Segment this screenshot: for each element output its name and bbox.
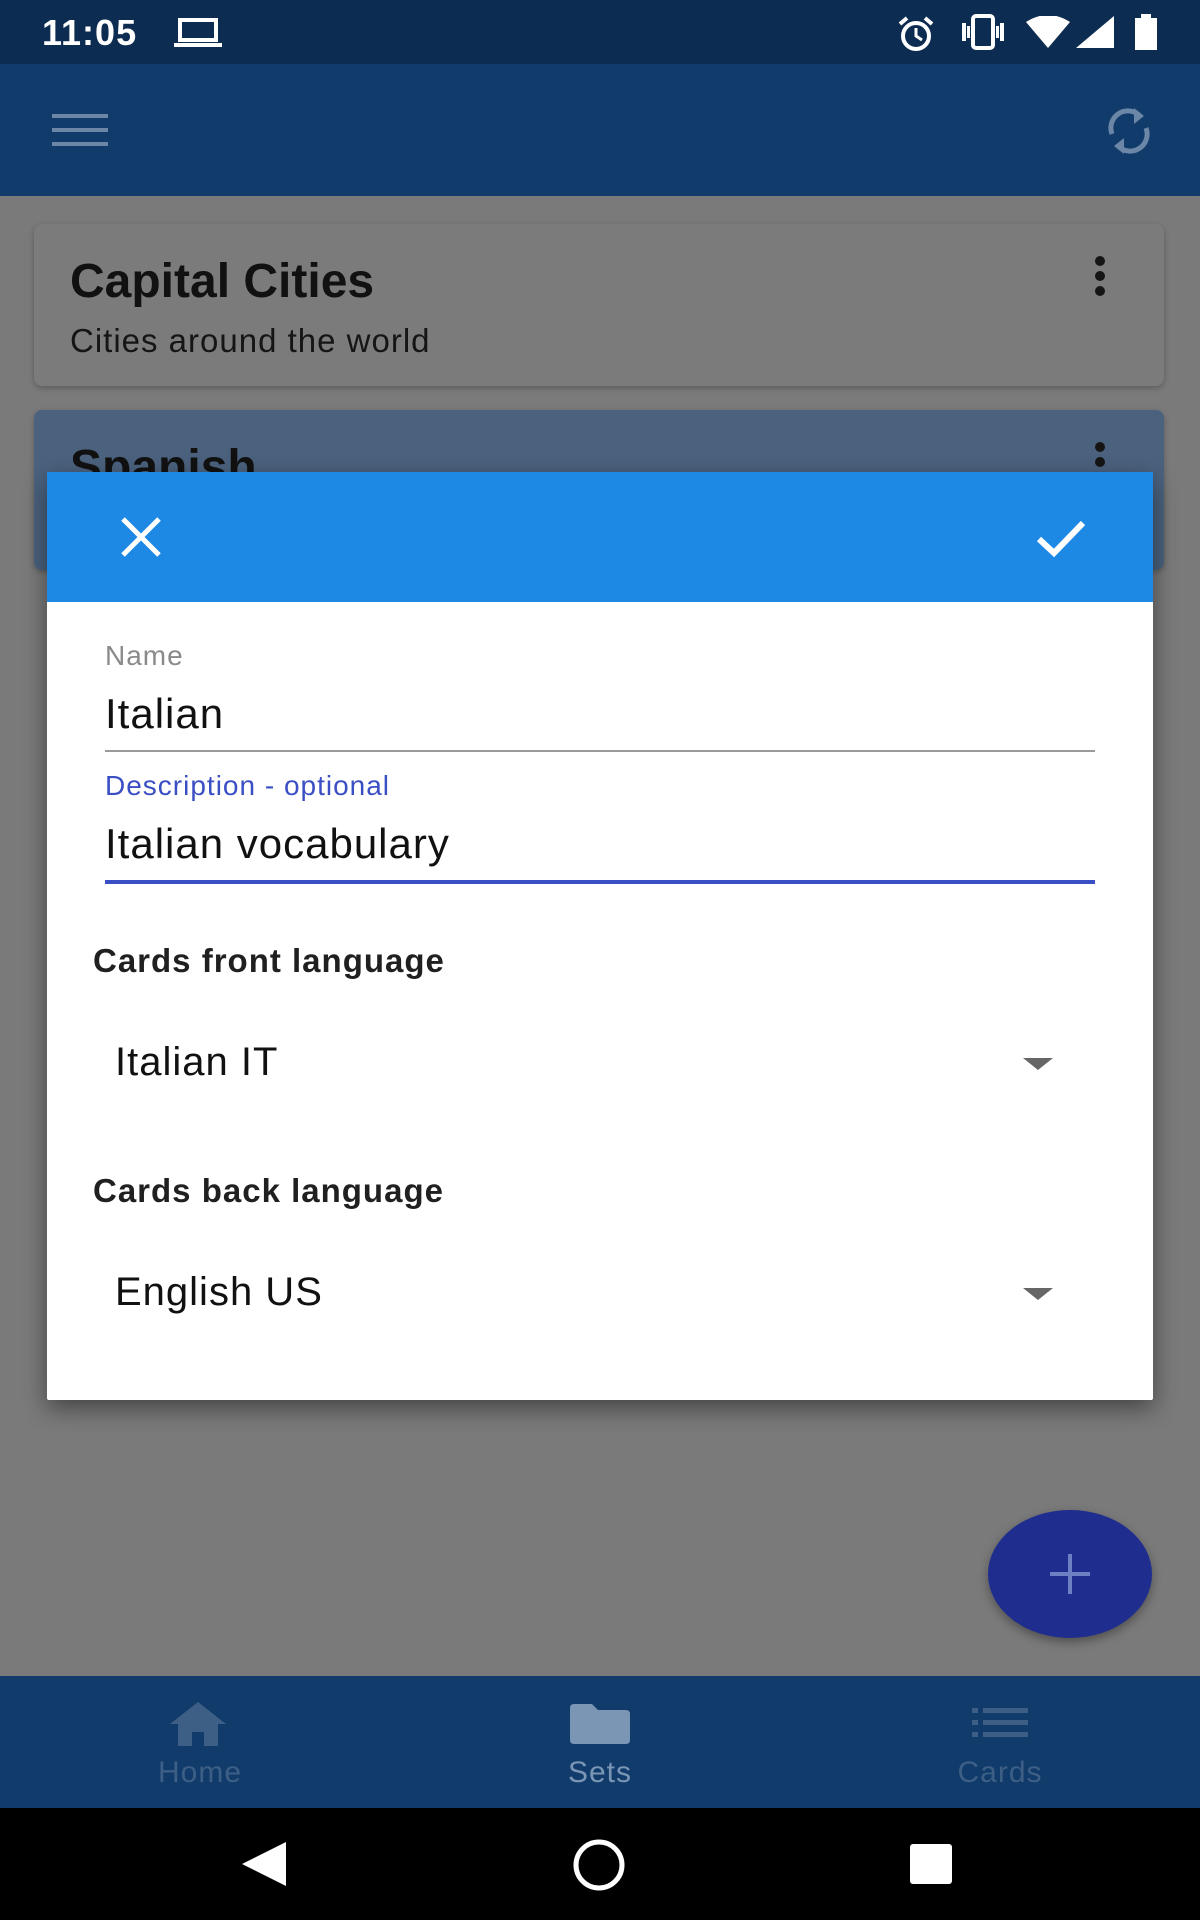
status-time: 11:05	[42, 12, 138, 53]
back-language-select[interactable]: English US	[105, 1250, 1095, 1340]
vibrate-icon	[958, 14, 1008, 55]
alarm-icon	[896, 14, 936, 59]
edit-set-dialog: Name Italian Description - optional Ital…	[47, 472, 1153, 1400]
nav-label: Sets	[567, 1756, 633, 1789]
list-icon	[972, 1708, 1028, 1743]
dropdown-arrow-icon	[1023, 1058, 1053, 1070]
front-language-select[interactable]: Italian IT	[105, 1020, 1095, 1110]
check-icon[interactable]	[1021, 497, 1101, 577]
back-icon[interactable]	[242, 1842, 286, 1891]
nav-label: Home	[157, 1756, 243, 1789]
wifi-icon	[1026, 15, 1070, 53]
description-field[interactable]: Italian vocabulary	[105, 820, 450, 868]
status-bar: 11:05	[0, 0, 1200, 64]
set-description: Cities around the world	[70, 322, 431, 359]
laptop-icon	[174, 18, 222, 53]
plus-icon	[1050, 1554, 1090, 1599]
description-field-underline	[105, 880, 1095, 884]
nav-home[interactable]: Home	[0, 1676, 400, 1808]
set-title: Capital Cities	[70, 255, 375, 308]
name-field[interactable]: Italian	[105, 690, 224, 738]
nav-cards[interactable]: Cards	[800, 1676, 1200, 1808]
dropdown-arrow-icon	[1023, 1288, 1053, 1300]
more-options-icon[interactable]	[1094, 256, 1106, 301]
battery-icon	[1134, 14, 1158, 55]
nav-label: Cards	[957, 1756, 1043, 1789]
app-bar	[0, 64, 1200, 196]
description-field-label: Description - optional	[105, 770, 391, 801]
set-card-capital-cities[interactable]: Capital Cities Cities around the world	[34, 224, 1164, 386]
close-icon[interactable]	[101, 497, 181, 577]
name-field-label: Name	[105, 640, 184, 671]
home-circle-icon[interactable]	[572, 1838, 626, 1897]
folder-icon	[570, 1704, 630, 1749]
signal-icon	[1076, 16, 1114, 53]
add-set-button[interactable]	[988, 1510, 1152, 1638]
back-language-label: Cards back language	[93, 1172, 444, 1209]
front-language-label: Cards front language	[93, 942, 445, 979]
dialog-header	[47, 472, 1153, 602]
hamburger-menu-icon[interactable]	[52, 112, 108, 153]
front-language-value: Italian IT	[115, 1040, 279, 1084]
system-navigation-bar	[0, 1808, 1200, 1920]
name-field-underline	[105, 750, 1095, 752]
recents-icon[interactable]	[910, 1844, 952, 1889]
sync-icon[interactable]	[1104, 104, 1154, 163]
bottom-navigation: Home Sets Cards	[0, 1676, 1200, 1808]
home-icon	[170, 1702, 226, 1751]
nav-sets[interactable]: Sets	[400, 1676, 800, 1808]
back-language-value: English US	[115, 1270, 323, 1314]
